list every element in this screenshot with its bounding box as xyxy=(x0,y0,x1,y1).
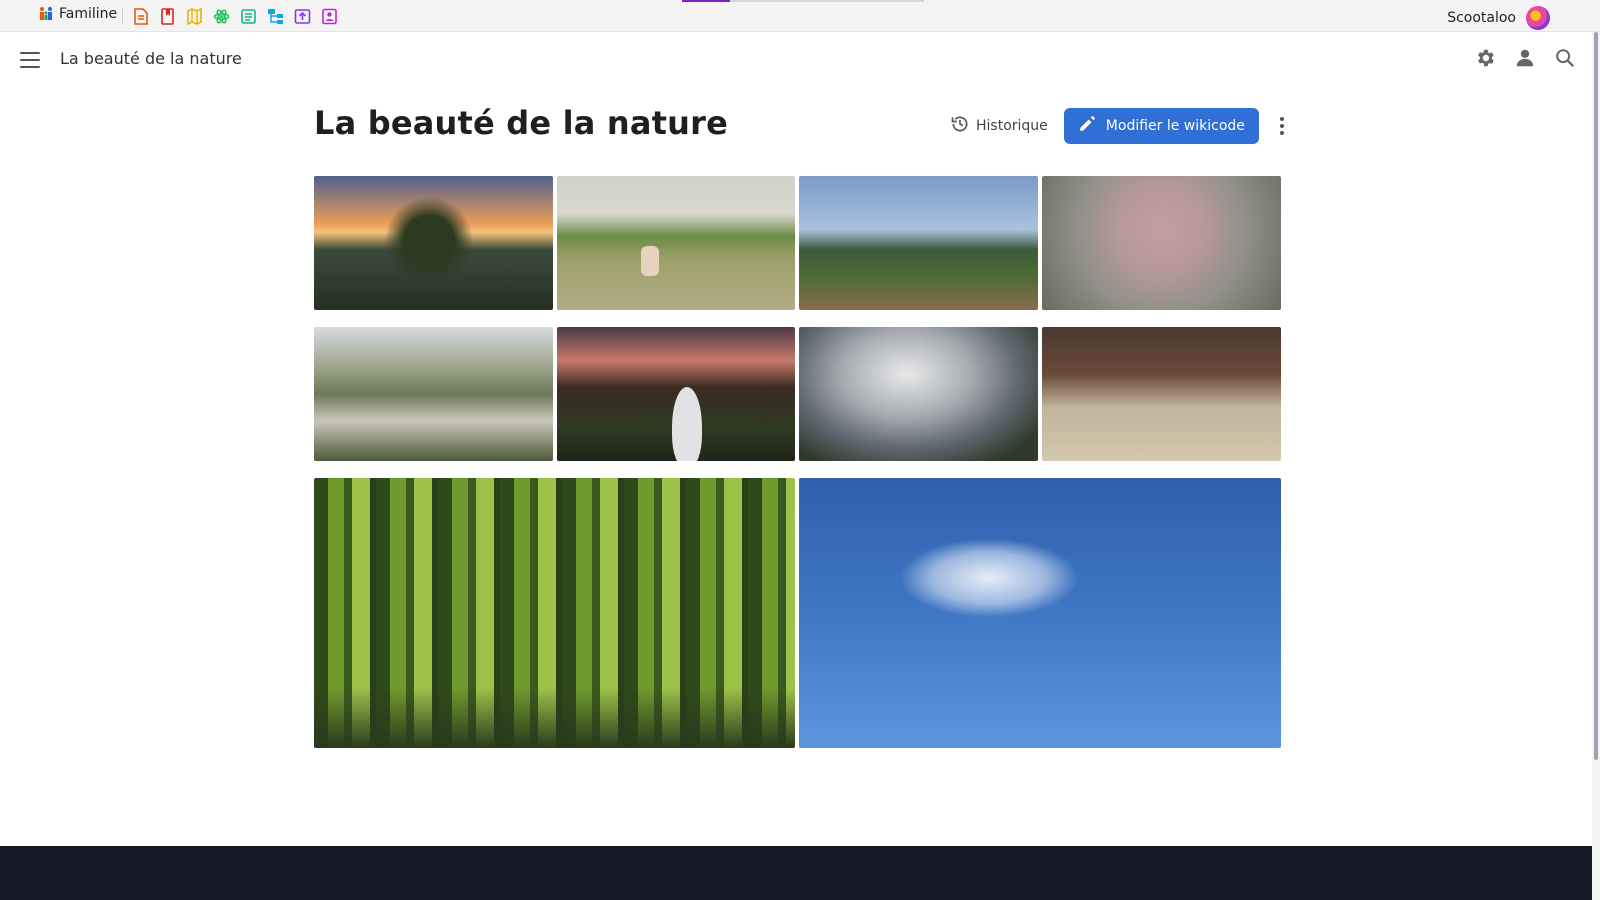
photo-cloudy-sky[interactable] xyxy=(799,327,1038,461)
brand-link[interactable]: Familine xyxy=(38,6,117,22)
upload-icon[interactable] xyxy=(294,8,311,25)
atom-icon[interactable] xyxy=(213,8,230,25)
user-icon[interactable] xyxy=(1514,47,1536,69)
photo-dog-in-barn[interactable] xyxy=(1042,327,1281,461)
photo-hill-view[interactable] xyxy=(799,176,1038,310)
gear-icon[interactable] xyxy=(1474,47,1496,69)
page-title: La beauté de la nature xyxy=(314,104,729,142)
search-icon[interactable] xyxy=(1554,47,1576,69)
edit-wikicode-button[interactable]: Modifier le wikicode xyxy=(1063,108,1259,144)
bookmark-icon[interactable] xyxy=(159,8,176,25)
history-icon xyxy=(950,114,970,138)
scrollbar[interactable] xyxy=(1592,32,1600,900)
edit-label: Modifier le wikicode xyxy=(1105,118,1245,134)
footer xyxy=(0,846,1592,900)
username: Scootaloo xyxy=(1447,10,1516,26)
photo-forest-blur[interactable] xyxy=(314,478,795,748)
photo-blossom-tree[interactable] xyxy=(1042,176,1281,310)
map-icon[interactable] xyxy=(186,7,203,26)
divider xyxy=(122,9,123,23)
more-options-icon[interactable] xyxy=(1273,111,1291,141)
app-launcher xyxy=(132,7,338,26)
avatar[interactable] xyxy=(1526,6,1550,30)
history-button[interactable]: Historique xyxy=(948,108,1050,144)
breadcrumb[interactable]: La beauté de la nature xyxy=(60,49,242,68)
history-label: Historique xyxy=(976,118,1048,134)
photo-garden-dusk[interactable] xyxy=(557,327,795,461)
scrollbar-thumb[interactable] xyxy=(1594,32,1598,760)
family-icon xyxy=(38,6,54,22)
brand-label: Familine xyxy=(59,6,118,22)
page-header: La beauté de la nature xyxy=(0,32,1592,88)
menu-icon[interactable] xyxy=(20,52,40,68)
pencil-icon xyxy=(1078,115,1096,137)
loading-progress-bar xyxy=(682,0,924,2)
document-icon[interactable] xyxy=(132,8,149,25)
photo-blue-sky-cloud[interactable] xyxy=(799,478,1281,748)
page-actions: Historique Modifier le wikicode xyxy=(948,108,1291,144)
progress-fill xyxy=(682,0,731,2)
photo-cat-on-grass[interactable] xyxy=(557,176,795,310)
sitemap-icon[interactable] xyxy=(267,8,284,25)
header-tools xyxy=(1474,47,1576,69)
photo-sunset-houses[interactable] xyxy=(314,176,553,310)
calendar-icon[interactable] xyxy=(240,8,257,25)
app-bar: Familine Scootaloo xyxy=(0,0,1600,32)
user-menu[interactable]: Scootaloo xyxy=(1447,6,1550,30)
photo-pond-wildflowers[interactable] xyxy=(314,327,553,461)
contact-card-icon[interactable] xyxy=(321,8,338,25)
